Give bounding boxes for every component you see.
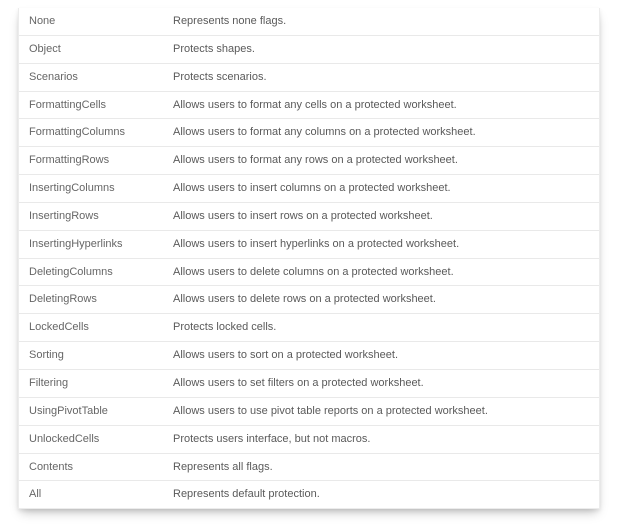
table-row: FormattingRowsAllows users to format any… xyxy=(19,146,599,174)
member-name: InsertingRows xyxy=(19,203,169,230)
table-row: FormattingCellsAllows users to format an… xyxy=(19,91,599,119)
member-description: Allows users to insert hyperlinks on a p… xyxy=(169,231,599,258)
table-row: FilteringAllows users to set filters on … xyxy=(19,369,599,397)
member-name: Scenarios xyxy=(19,64,169,91)
member-name: Sorting xyxy=(19,342,169,369)
member-description: Allows users to delete rows on a protect… xyxy=(169,286,599,313)
enum-table: NoneRepresents none flags. ObjectProtect… xyxy=(18,8,600,509)
member-description: Represents default protection. xyxy=(169,481,599,508)
member-description: Protects shapes. xyxy=(169,36,599,63)
table-row: SortingAllows users to sort on a protect… xyxy=(19,341,599,369)
member-description: Allows users to insert columns on a prot… xyxy=(169,175,599,202)
table-row: UsingPivotTableAllows users to use pivot… xyxy=(19,397,599,425)
table-row: LockedCellsProtects locked cells. xyxy=(19,313,599,341)
member-description: Allows users to set filters on a protect… xyxy=(169,370,599,397)
table-row: ObjectProtects shapes. xyxy=(19,35,599,63)
member-name: UsingPivotTable xyxy=(19,398,169,425)
member-description: Allows users to format any columns on a … xyxy=(169,119,599,146)
member-name: Contents xyxy=(19,454,169,481)
member-name: Filtering xyxy=(19,370,169,397)
member-description: Allows users to delete columns on a prot… xyxy=(169,259,599,286)
table-row: DeletingRowsAllows users to delete rows … xyxy=(19,285,599,313)
member-name: FormattingRows xyxy=(19,147,169,174)
member-description: Represents all flags. xyxy=(169,454,599,481)
member-name: FormattingCells xyxy=(19,92,169,119)
canvas: NoneRepresents none flags. ObjectProtect… xyxy=(0,0,617,531)
member-description: Protects scenarios. xyxy=(169,64,599,91)
member-description: Protects users interface, but not macros… xyxy=(169,426,599,453)
member-name: LockedCells xyxy=(19,314,169,341)
member-name: DeletingRows xyxy=(19,286,169,313)
member-name: DeletingColumns xyxy=(19,259,169,286)
table-row: InsertingColumnsAllows users to insert c… xyxy=(19,174,599,202)
member-description: Allows users to sort on a protected work… xyxy=(169,342,599,369)
table-row: FormattingColumnsAllows users to format … xyxy=(19,118,599,146)
member-description: Represents none flags. xyxy=(169,8,599,35)
member-description: Allows users to use pivot table reports … xyxy=(169,398,599,425)
table-row: InsertingRowsAllows users to insert rows… xyxy=(19,202,599,230)
member-name: All xyxy=(19,481,169,508)
table-row: InsertingHyperlinksAllows users to inser… xyxy=(19,230,599,258)
member-name: InsertingColumns xyxy=(19,175,169,202)
member-name: FormattingColumns xyxy=(19,119,169,146)
member-name: UnlockedCells xyxy=(19,426,169,453)
member-description: Allows users to format any rows on a pro… xyxy=(169,147,599,174)
table-row: ScenariosProtects scenarios. xyxy=(19,63,599,91)
table-row: UnlockedCellsProtects users interface, b… xyxy=(19,425,599,453)
member-description: Allows users to insert rows on a protect… xyxy=(169,203,599,230)
member-description: Protects locked cells. xyxy=(169,314,599,341)
member-name: Object xyxy=(19,36,169,63)
member-description: Allows users to format any cells on a pr… xyxy=(169,92,599,119)
member-name: InsertingHyperlinks xyxy=(19,231,169,258)
table-row: NoneRepresents none flags. xyxy=(19,8,599,35)
member-name: None xyxy=(19,8,169,35)
table-row: ContentsRepresents all flags. xyxy=(19,453,599,481)
table-row: DeletingColumnsAllows users to delete co… xyxy=(19,258,599,286)
table-row: AllRepresents default protection. xyxy=(19,480,599,508)
